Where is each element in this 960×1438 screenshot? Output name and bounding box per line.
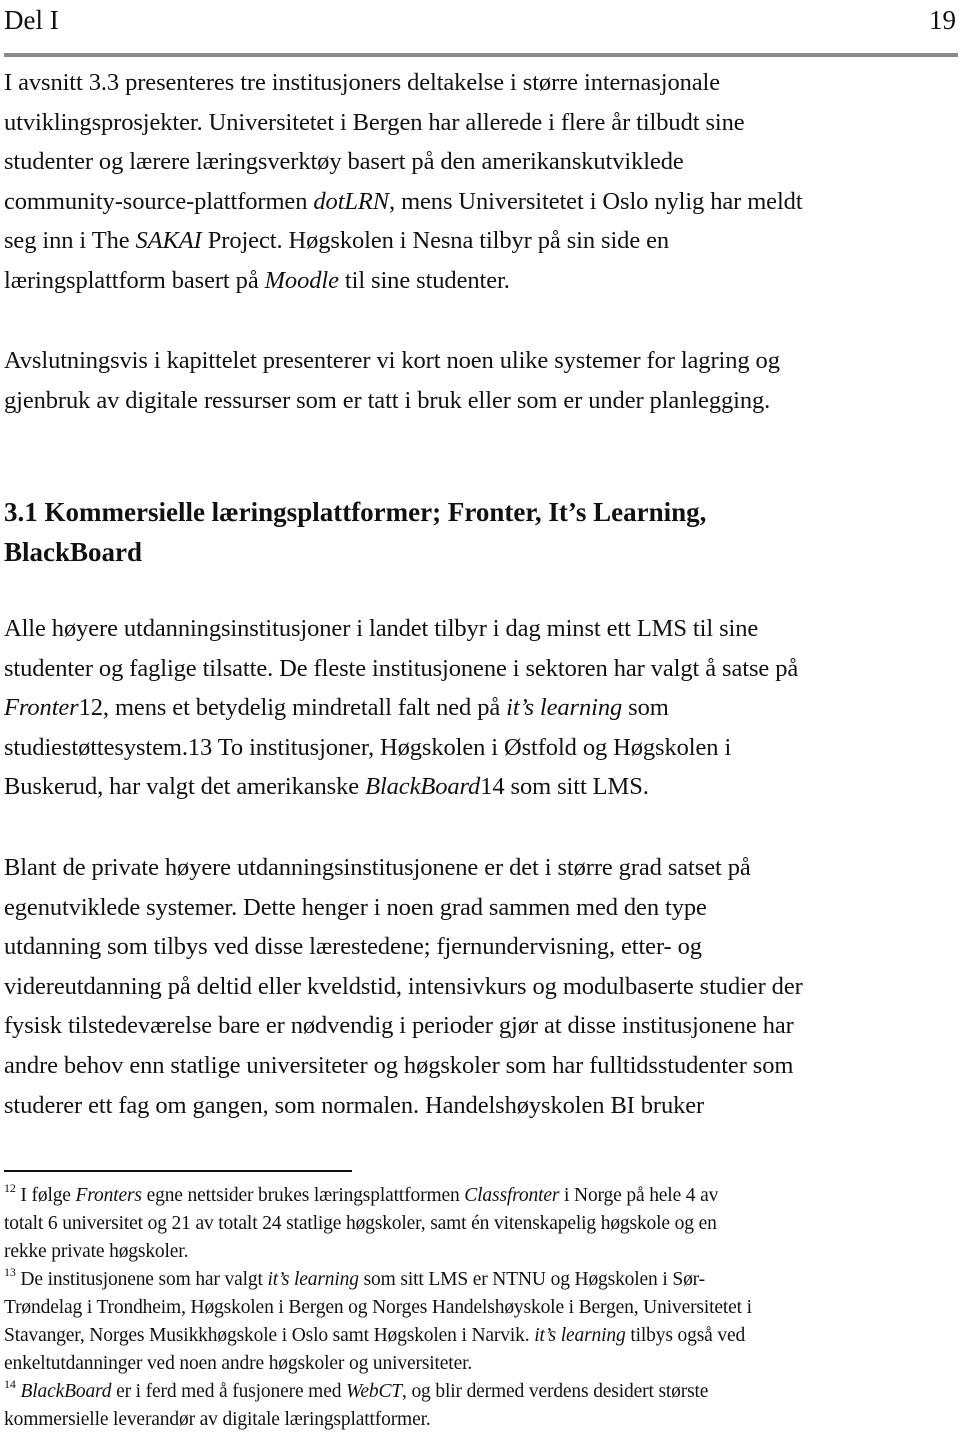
footnote-line: enkeltutdanninger ved noen andre høgskol… [4,1353,473,1374]
footnote-line: Trøndelag i Trondheim, Høgskolen i Berge… [4,1297,752,1318]
footnote-marker: 13 [4,1265,16,1279]
text-run: som [622,694,669,722]
product-name-moodle: Moodle [264,266,339,294]
text-line: Alle høyere utdanningsinstitusjoner i la… [4,615,759,642]
text-line: gjenbruk av digitale ressurser som er ta… [4,386,771,414]
text-run: Project. Høgskolen i Nesna tilbyr på sin… [201,227,670,255]
footnote-marker: 14 [4,1377,16,1391]
text-line: studerer ett fag om gangen, som normalen… [4,1091,705,1119]
text-line: Blant de private høyere utdanningsinstit… [4,854,751,881]
footnote-marker: 12 [4,1181,16,1195]
text-line: utviklingsprosjekter. Universitetet i Be… [4,108,745,136]
text-line: utdanning som tilbys ved disse lærestede… [4,933,702,961]
text-run: som sitt LMS er NTNU og Høgskolen i Sør- [358,1269,706,1290]
footnote-line: kommersielle leverandør av digitale læri… [4,1409,431,1430]
italic-run: Classfronter [464,1185,560,1206]
section-heading: 3.1 Kommersielle læringsplattformer; Fro… [4,492,960,572]
paragraph-private: Blant de private høyere utdanningsinstit… [4,848,960,1125]
footnote-line: 13 De institusjonene som har valgt it’s … [4,1266,960,1294]
italic-run: Fronters [75,1185,142,1206]
paragraph-lms: Alle høyere utdanningsinstitusjoner i la… [4,609,960,807]
text-run: læringsplattform basert på [4,266,265,294]
paragraph-intro: I avsnitt 3.3 presenteres tre institusjo… [4,63,960,301]
footnote-line: totalt 6 universitet og 21 av totalt 24 … [4,1213,717,1234]
text-line: studenter og faglige tilsatte. De fleste… [4,654,799,682]
header-divider [4,53,958,57]
text-run: I følge [15,1185,76,1206]
text-run: , og blir dermed verdens desidert størst… [402,1381,709,1402]
text-run: er i ferd med å fusjonere med [111,1381,347,1402]
text-line: studenter og lærere læringsverktøy baser… [4,148,684,176]
page-number: 19 [929,5,956,35]
header-section-label: Del I [4,5,59,35]
text-run: 12, mens et betydelig mindretall falt ne… [78,694,507,722]
product-name-blackboard: BlackBoard [365,773,481,801]
italic-run: it’s learning [267,1269,359,1290]
text-run: Stavanger, Norges Musikkhøgskole i Oslo … [4,1325,535,1346]
product-name-fronter: Fronter [4,694,79,722]
text-run: community-source-plattformen [4,187,314,215]
text-run: egne nettsider brukes læringsplattformen [141,1185,465,1206]
footnote-line: rekke private høgskoler. [4,1241,189,1262]
text-line: community-source-plattformen dotLRN, men… [4,182,960,222]
italic-run: WebCT [346,1381,402,1402]
text-line: fysisk tilstedeværelse bare er nødvendig… [4,1012,794,1040]
text-line: studiestøttesystem.13 To institusjoner, … [4,733,732,761]
footnote-separator [4,1170,352,1172]
footnote-13: 13 De institusjonene som har valgt it’s … [4,1266,960,1378]
text-line: Buskerud, har valgt det amerikanske Blac… [4,767,960,807]
footnote-line: 14 BlackBoard er i ferd med å fusjonere … [4,1378,960,1406]
running-header: Del I 19 [4,0,956,40]
paragraph-closing: Avslutningsvis i kapittelet presenterer … [4,341,960,420]
footnote-line: Stavanger, Norges Musikkhøgskole i Oslo … [4,1322,960,1350]
heading-line: 3.1 Kommersielle læringsplattformer; Fro… [4,497,707,527]
text-run: , mens Universitetet i Oslo nylig har me… [389,187,803,215]
text-run: i Norge på hele 4 av [559,1185,719,1206]
product-name-its-learning: it’s learning [506,694,623,722]
text-line: seg inn i The SAKAI Project. Høgskolen i… [4,221,960,261]
text-run: til sine studenter. [338,266,510,294]
italic-run: BlackBoard [20,1381,112,1402]
footnote-14: 14 BlackBoard er i ferd med å fusjonere … [4,1378,960,1434]
italic-run: it’s learning [534,1325,626,1346]
text-run: seg inn i The [4,227,136,255]
text-line: I avsnitt 3.3 presenteres tre institusjo… [4,69,720,96]
text-run: tilbys også ved [625,1325,746,1346]
text-line: videreutdanning på deltid eller kveldsti… [4,972,803,1000]
footnote-line: 12 I følge Fronters egne nettsider bruke… [4,1182,960,1210]
text-line: egenutviklede systemer. Dette henger i n… [4,893,707,921]
product-name-dotlrn: dotLRN [313,187,390,215]
text-line: læringsplattform basert på Moodle til si… [4,261,960,301]
heading-line: BlackBoard [4,537,143,567]
text-run: De institusjonene som har valgt [15,1269,268,1290]
text-line: Avslutningsvis i kapittelet presenterer … [4,347,780,374]
footnote-12: 12 I følge Fronters egne nettsider bruke… [4,1182,960,1266]
text-run: 14 som sitt LMS. [480,773,649,801]
text-line: Fronter12, mens et betydelig mindretall … [4,688,960,728]
text-line: andre behov enn statlige universiteter o… [4,1051,794,1079]
product-name-sakai: SAKAI [135,227,202,255]
footnotes: 12 I følge Fronters egne nettsider bruke… [4,1182,960,1434]
text-run: Buskerud, har valgt det amerikanske [4,773,366,801]
